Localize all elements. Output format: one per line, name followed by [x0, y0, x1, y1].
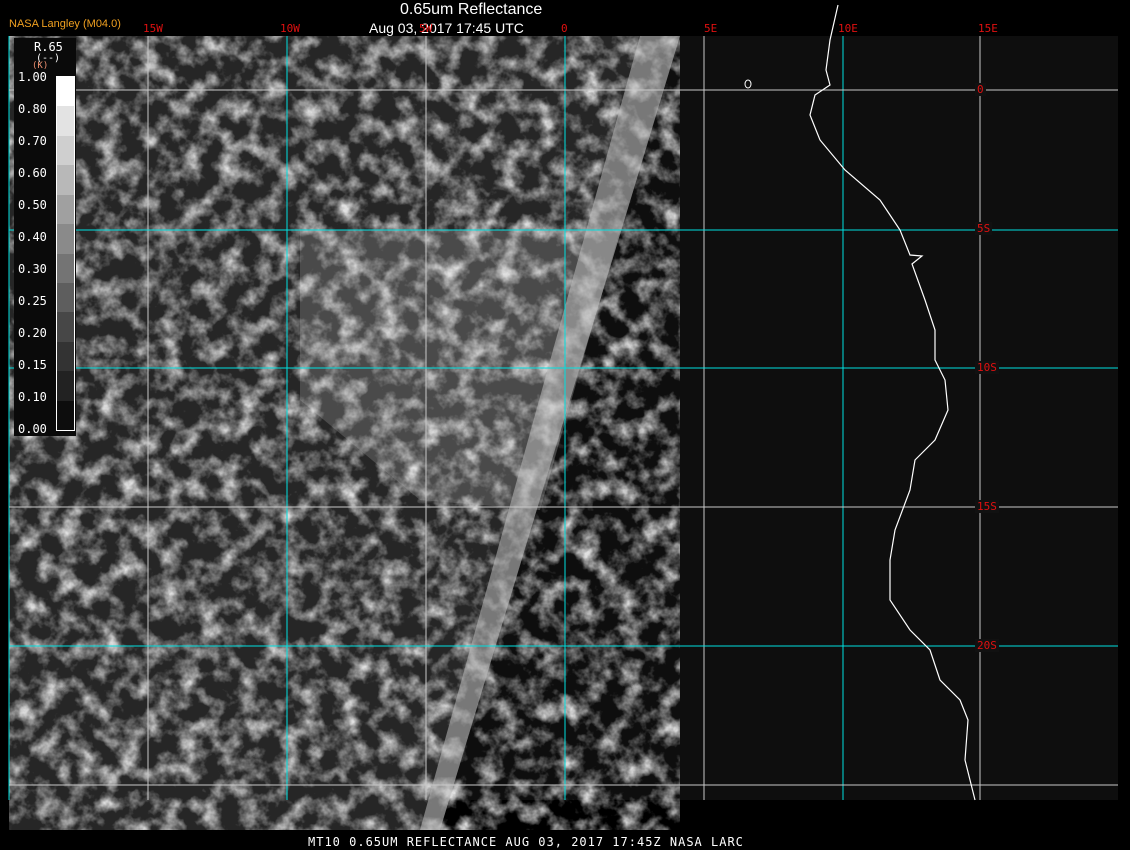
legend-swatch — [57, 312, 74, 342]
legend-tick: 0.15 — [18, 358, 47, 372]
legend-swatch — [57, 371, 74, 401]
lat-label: 0 — [975, 83, 986, 96]
lon-label: 0 — [561, 22, 568, 35]
legend-swatch — [57, 253, 74, 283]
lon-label: 5W — [419, 22, 433, 35]
legend-swatch — [57, 135, 74, 166]
satellite-map — [8, 4, 1118, 830]
legend-tick: 0.70 — [18, 134, 47, 148]
legend-swatch — [57, 341, 74, 372]
legend-swatch — [57, 194, 74, 225]
legend-tick: 0.00 — [18, 422, 47, 436]
legend-tick: 0.10 — [18, 390, 47, 404]
legend-tick: 0.80 — [18, 102, 47, 116]
legend-tick: 0.60 — [18, 166, 47, 180]
legend-swatch — [57, 400, 74, 431]
legend-tick: 1.00 — [18, 70, 47, 84]
footer-caption: MT10 0.65UM REFLECTANCE AUG 03, 2017 17:… — [308, 835, 744, 849]
lat-label: 15S — [975, 500, 999, 513]
lat-label: 10S — [975, 361, 999, 374]
brand-label: NASA Langley (M04.0) — [9, 18, 121, 30]
satellite-image-view: NASA Langley (M04.0) 0.65um Reflectance … — [0, 0, 1130, 850]
lat-label: 20S — [975, 639, 999, 652]
lon-label: 10E — [838, 22, 858, 35]
lon-label: 5E — [704, 22, 718, 35]
color-legend: R.65 (--) (K) 1.00 0.80 0.70 0.60 0.50 0.40 0.… — [14, 38, 76, 436]
legend-swatch — [57, 106, 74, 136]
lon-label: 10W — [280, 22, 300, 35]
legend-tick: 0.25 — [18, 294, 47, 308]
legend-title: R.65 — [34, 40, 63, 54]
legend-swatch — [57, 282, 74, 313]
lon-label: 15W — [143, 22, 163, 35]
image-timestamp: Aug 03, 2017 17:45 UTC — [369, 20, 524, 36]
lon-label: 15E — [978, 22, 998, 35]
legend-swatch — [57, 224, 74, 254]
legend-tick: 0.50 — [18, 198, 47, 212]
legend-tick: 0.30 — [18, 262, 47, 276]
legend-tick: 0.20 — [18, 326, 47, 340]
legend-colorbar — [56, 76, 75, 431]
lat-label: 5S — [975, 222, 993, 235]
image-title: 0.65um Reflectance — [400, 1, 543, 18]
legend-tick: 0.40 — [18, 230, 47, 244]
legend-swatch — [57, 77, 74, 107]
legend-swatch — [57, 165, 74, 195]
